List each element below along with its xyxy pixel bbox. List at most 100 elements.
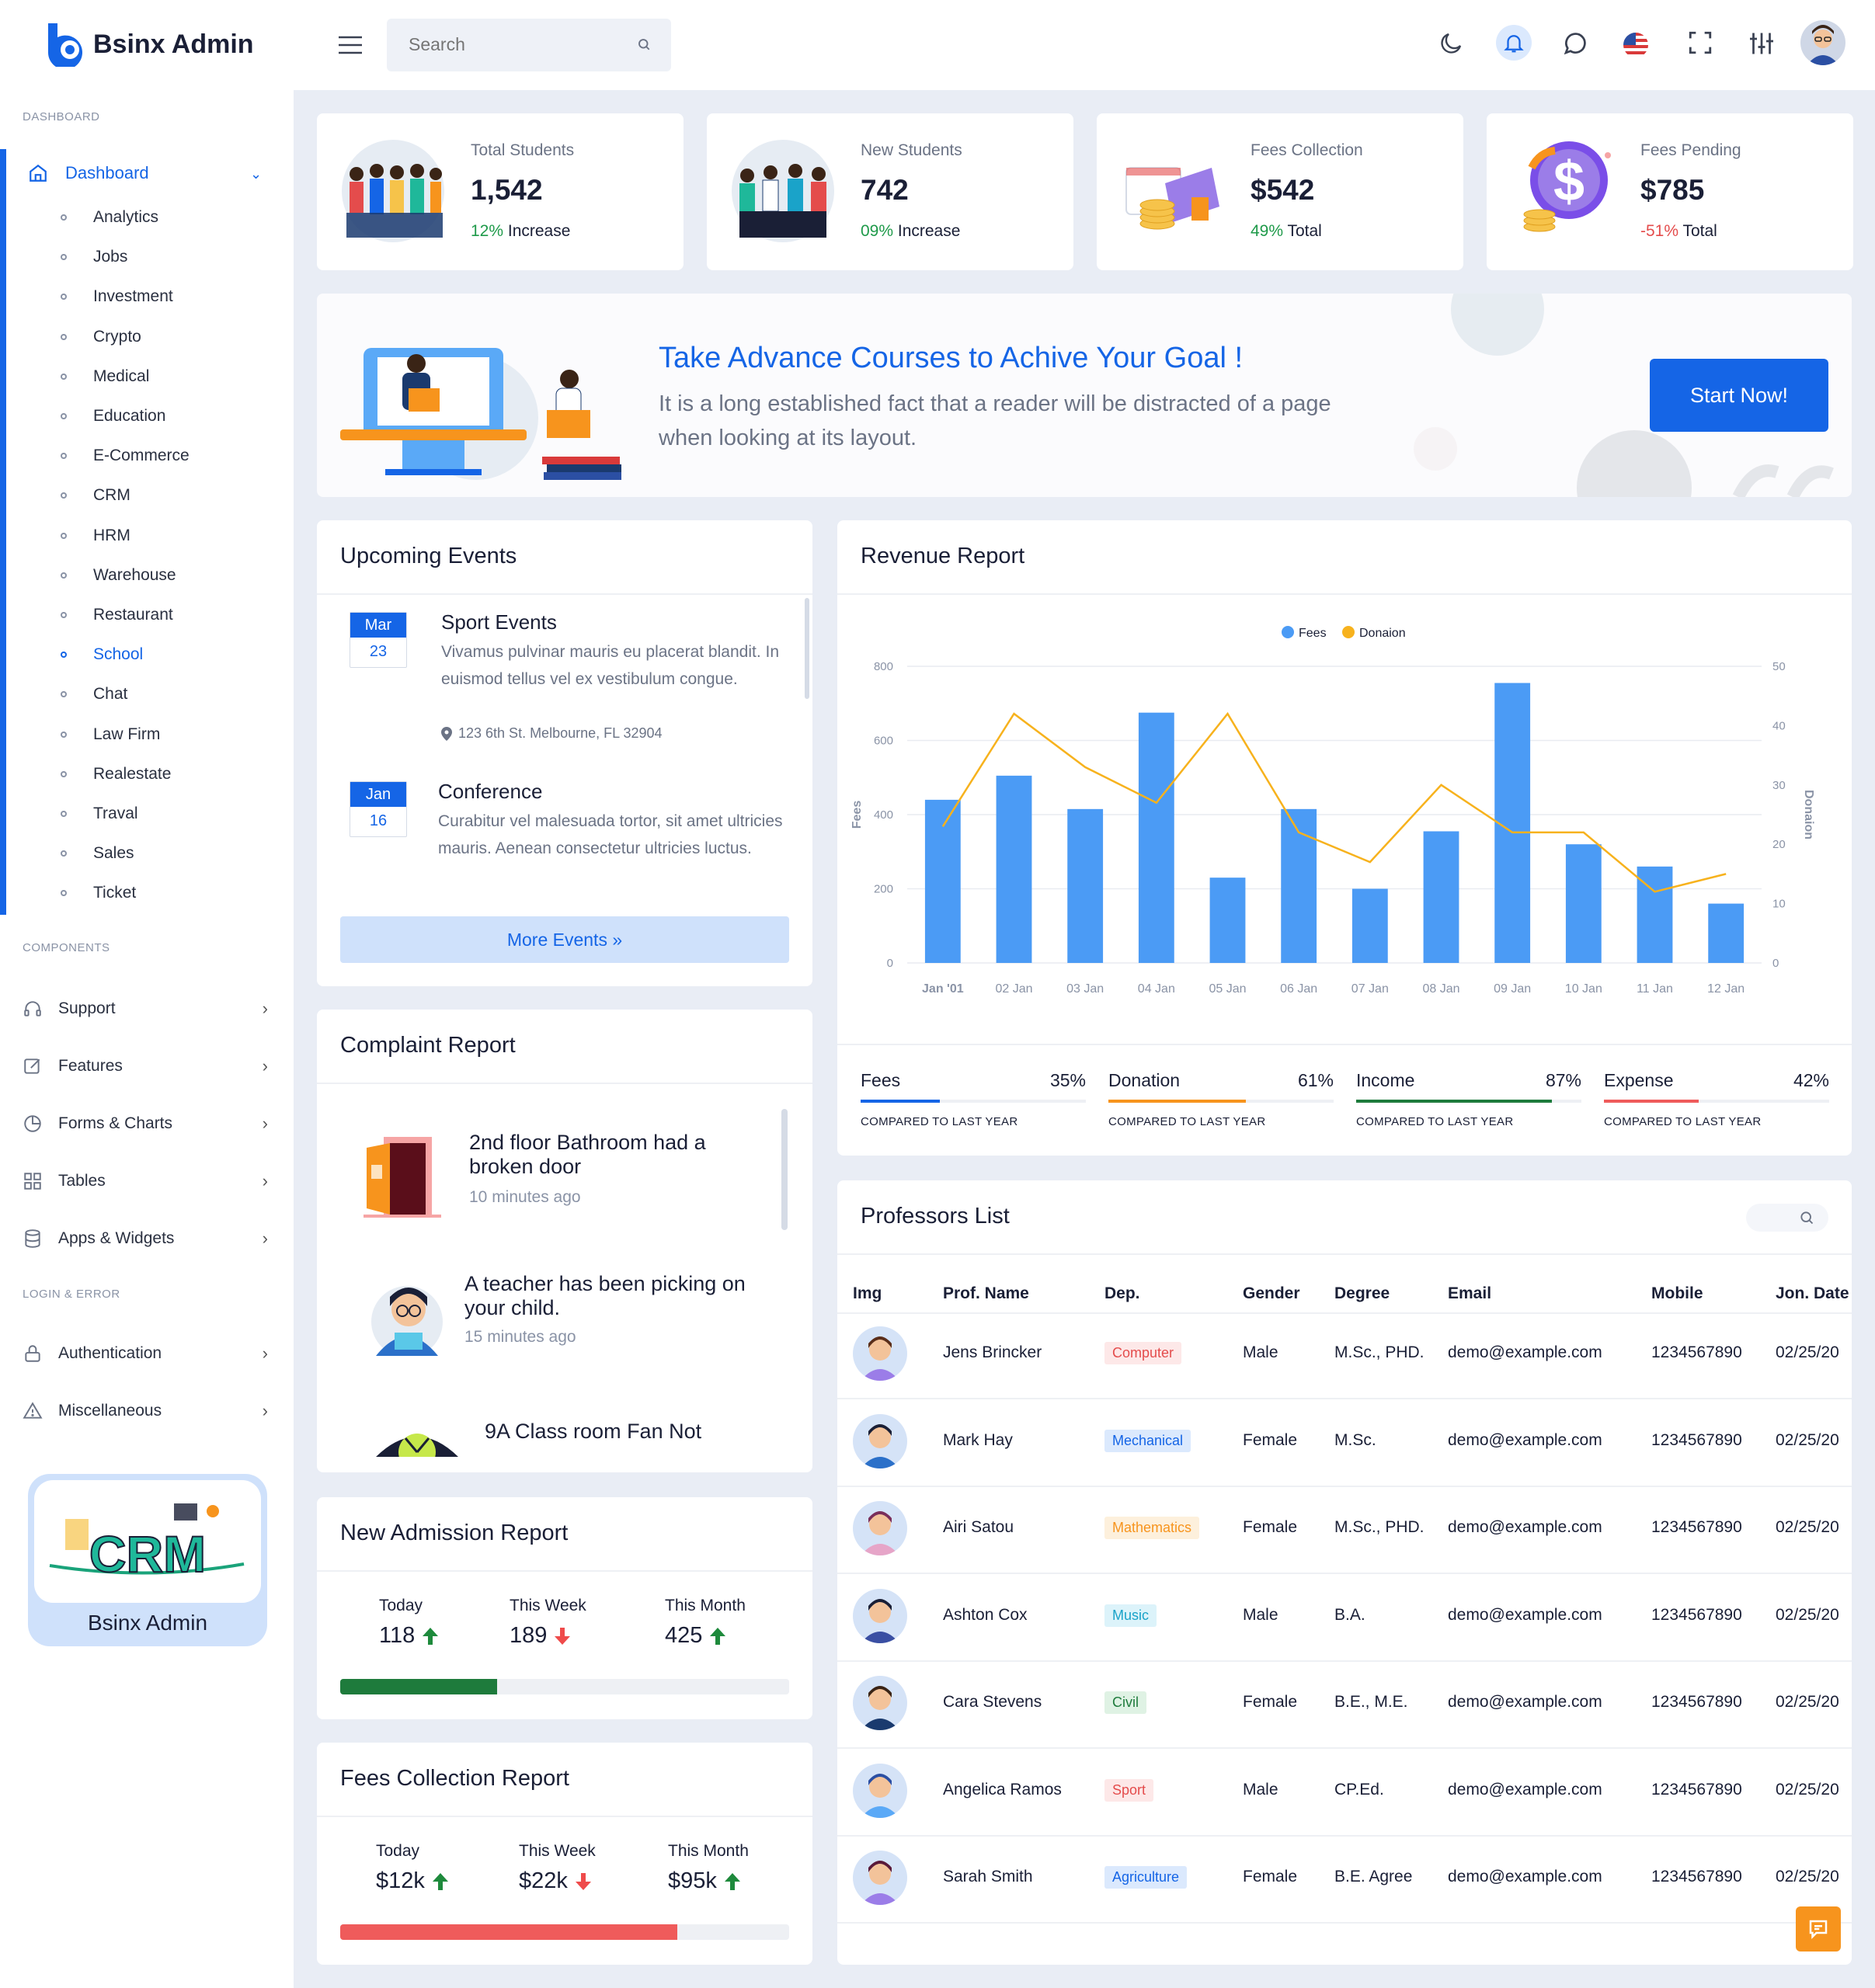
sidebar-item-school[interactable]: School — [61, 645, 143, 664]
sidebar-item-warehouse[interactable]: Warehouse — [61, 566, 176, 585]
sidebar-item-investment[interactable]: Investment — [61, 287, 173, 306]
bell-icon[interactable] — [1496, 25, 1532, 61]
stat-card-fees-collection[interactable]: Fees Collection $542 49% Total — [1097, 113, 1463, 270]
revenue-stat-percent: 35% — [1049, 1070, 1086, 1090]
us-flag-icon[interactable] — [1623, 33, 1648, 57]
search-input[interactable] — [409, 34, 626, 55]
sidebar-item-analytics[interactable]: Analytics — [61, 208, 158, 227]
chat-fab-button[interactable] — [1796, 1906, 1841, 1952]
sidebar-item-ticket[interactable]: Ticket — [61, 884, 136, 902]
sidebar-item-authentication[interactable]: Authentication › — [23, 1343, 268, 1364]
sidebar-item-forms-charts[interactable]: Forms & Charts › — [23, 1114, 268, 1134]
complaint-title[interactable]: 9A Class room Fan Not — [485, 1420, 741, 1444]
chart-bar[interactable] — [1138, 712, 1174, 963]
chat-icon[interactable] — [1561, 30, 1589, 61]
stat-card-total-students[interactable]: Total Students 1,542 12% Increase — [317, 113, 684, 270]
sidebar-item-jobs[interactable]: Jobs — [61, 248, 127, 266]
sidebar-item-realestate[interactable]: Realestate — [61, 765, 171, 784]
stat-card-fees-pending[interactable]: $ Fees Pending $785 -51% Total — [1487, 113, 1853, 270]
fan-illustration — [374, 1426, 460, 1471]
professor-join-date: 02/25/20 — [1776, 1868, 1839, 1885]
sidebar-item-label: HRM — [93, 526, 130, 544]
event-title[interactable]: Sport Events — [441, 610, 557, 634]
stat-card-new-students[interactable]: New Students 742 09% Increase — [707, 113, 1073, 270]
event-title[interactable]: Conference — [438, 780, 542, 804]
sidebar-item-traval[interactable]: Traval — [61, 805, 138, 823]
chart-bar[interactable] — [1423, 831, 1459, 963]
professor-email[interactable]: demo@example.com — [1448, 1343, 1602, 1362]
more-events-button[interactable]: More Events » — [340, 916, 789, 963]
search-icon[interactable] — [637, 37, 651, 55]
x-tick-label: 08 Jan — [1422, 982, 1459, 996]
professor-email[interactable]: demo@example.com — [1448, 1693, 1602, 1712]
sidebar-item-medical[interactable]: Medical — [61, 367, 149, 386]
table-search[interactable] — [1746, 1204, 1828, 1232]
sidebar-item-chat[interactable]: Chat — [61, 685, 127, 704]
column-header[interactable]: Degree — [1334, 1284, 1390, 1303]
message-icon — [1809, 1920, 1828, 1940]
sidebar-item-crm[interactable]: CRM — [61, 486, 130, 505]
divider — [837, 1253, 1852, 1255]
sidebar-item-education[interactable]: Education — [61, 407, 165, 426]
app-logo[interactable]: Bsinx Admin — [45, 22, 254, 70]
sidebar-item-e-commerce[interactable]: E-Commerce — [61, 447, 190, 465]
sidebar-item-restaurant[interactable]: Restaurant — [61, 606, 173, 624]
chart-bar[interactable] — [1067, 808, 1104, 963]
professor-avatar — [853, 1851, 907, 1905]
y-tick-label: 600 — [874, 735, 893, 748]
column-header[interactable]: Mobile — [1651, 1284, 1703, 1303]
week-label: This Week — [510, 1597, 586, 1614]
chart-bar[interactable] — [1565, 844, 1602, 963]
chart-bar[interactable] — [1209, 878, 1246, 963]
event-date-badge: Mar 23 — [350, 612, 407, 668]
bullet-icon — [61, 811, 67, 817]
sidebar-item-label: School — [93, 645, 144, 664]
professor-email[interactable]: demo@example.com — [1448, 1431, 1602, 1450]
y-tick-label: 0 — [887, 957, 893, 970]
column-header[interactable]: Img — [853, 1284, 882, 1303]
sidebar-item-law-firm[interactable]: Law Firm — [61, 725, 160, 744]
column-header[interactable]: Prof. Name — [943, 1284, 1029, 1303]
sidebar-item-support[interactable]: Support › — [23, 999, 268, 1019]
column-header[interactable]: Jon. Date — [1776, 1284, 1849, 1303]
menu-icon[interactable] — [339, 36, 362, 58]
scrollbar[interactable] — [781, 1109, 788, 1230]
promo-card[interactable]: CRM Bsinx Admin — [28, 1474, 267, 1646]
professor-email[interactable]: demo@example.com — [1448, 1518, 1602, 1537]
fullscreen-icon[interactable] — [1687, 30, 1713, 60]
sidebar-item-dashboard[interactable]: Dashboard — [28, 163, 149, 183]
sidebar-item-hrm[interactable]: HRM — [61, 527, 130, 545]
pie-chart-icon — [24, 1115, 41, 1132]
search-icon[interactable] — [1799, 1210, 1814, 1225]
x-tick-label: Jan '01 — [922, 982, 964, 996]
column-header[interactable]: Email — [1448, 1284, 1491, 1303]
chart-bar[interactable] — [1708, 903, 1745, 963]
column-header[interactable]: Gender — [1243, 1284, 1300, 1303]
scrollbar[interactable] — [805, 598, 809, 699]
complaint-title[interactable]: A teacher has been picking on your child… — [464, 1272, 760, 1320]
professor-email[interactable]: demo@example.com — [1448, 1781, 1602, 1799]
sidebar-item-features[interactable]: Features › — [23, 1056, 268, 1076]
user-avatar[interactable] — [1800, 20, 1845, 65]
professor-email[interactable]: demo@example.com — [1448, 1868, 1602, 1886]
sidebar-item-crypto[interactable]: Crypto — [61, 328, 141, 346]
chart-bar[interactable] — [1351, 888, 1388, 964]
sidebar-item-apps-widgets[interactable]: Apps & Widgets › — [23, 1229, 268, 1249]
sidebar-item-tables[interactable]: Tables › — [23, 1171, 268, 1191]
chevron-down-icon[interactable]: ⌄ — [250, 166, 262, 182]
sliders-icon[interactable] — [1748, 30, 1776, 61]
sidebar-item-miscellaneous[interactable]: Miscellaneous › — [23, 1401, 268, 1421]
sidebar-item-sales[interactable]: Sales — [61, 844, 134, 863]
start-now-button[interactable]: Start Now! — [1650, 359, 1828, 432]
professor-email[interactable]: demo@example.com — [1448, 1606, 1602, 1625]
new-admission-title: New Admission Report — [340, 1521, 569, 1545]
bullet-icon — [61, 770, 67, 777]
moon-icon[interactable] — [1437, 30, 1465, 61]
search-box[interactable] — [387, 19, 671, 71]
column-header[interactable]: Dep. — [1104, 1284, 1140, 1303]
stat-change-percent: 12% — [471, 222, 504, 240]
bullet-icon — [61, 572, 67, 579]
chart-bar[interactable] — [996, 775, 1032, 963]
chart-bar[interactable] — [924, 799, 961, 963]
complaint-title[interactable]: 2nd floor Bathroom had a broken door — [469, 1131, 749, 1179]
